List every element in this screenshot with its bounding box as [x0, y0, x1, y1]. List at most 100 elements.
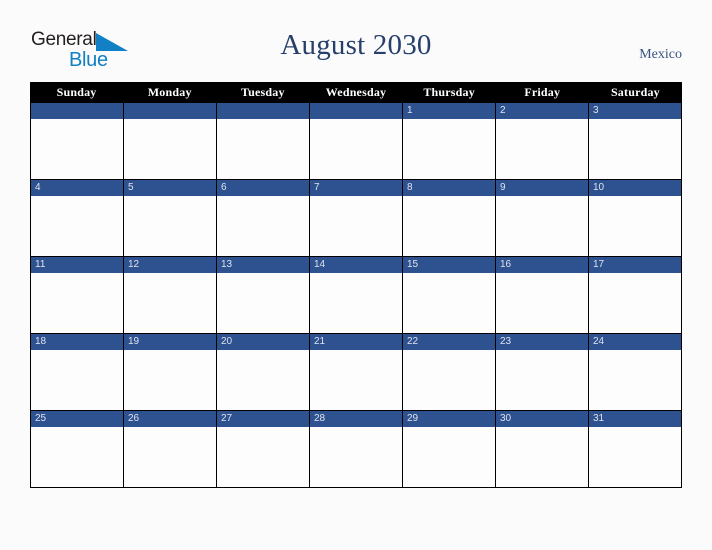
day-bar: 4: [31, 180, 123, 196]
day-cell[interactable]: 5: [124, 180, 217, 256]
day-cell[interactable]: 10: [589, 180, 681, 256]
day-cell[interactable]: 2: [496, 103, 589, 179]
day-cell[interactable]: 25: [31, 411, 124, 487]
day-number: 19: [128, 336, 140, 347]
day-bar: 9: [496, 180, 588, 196]
day-bar: 3: [589, 103, 681, 119]
day-body[interactable]: [496, 427, 588, 487]
day-cell[interactable]: 29: [403, 411, 496, 487]
day-bar: 1: [403, 103, 495, 119]
day-cell[interactable]: [217, 103, 310, 179]
day-bar: 27: [217, 411, 309, 427]
day-body[interactable]: [217, 350, 309, 410]
day-body[interactable]: [310, 273, 402, 333]
day-body[interactable]: [31, 273, 123, 333]
day-cell[interactable]: 6: [217, 180, 310, 256]
day-cell[interactable]: 11: [31, 257, 124, 333]
day-cell[interactable]: 14: [310, 257, 403, 333]
day-cell[interactable]: [310, 103, 403, 179]
day-bar: [124, 103, 216, 119]
day-body[interactable]: [496, 273, 588, 333]
day-cell[interactable]: 21: [310, 334, 403, 410]
day-body[interactable]: [31, 119, 123, 179]
weekday-header-saturday: Saturday: [610, 85, 660, 99]
day-cell[interactable]: 15: [403, 257, 496, 333]
week-row: 1 2 3: [30, 103, 682, 180]
day-bar: 11: [31, 257, 123, 273]
day-bar: 16: [496, 257, 588, 273]
day-body[interactable]: [310, 427, 402, 487]
day-cell[interactable]: 16: [496, 257, 589, 333]
day-cell[interactable]: 9: [496, 180, 589, 256]
day-cell[interactable]: 20: [217, 334, 310, 410]
day-cell[interactable]: [124, 103, 217, 179]
day-body[interactable]: [589, 273, 681, 333]
day-bar: 20: [217, 334, 309, 350]
day-cell[interactable]: 7: [310, 180, 403, 256]
day-bar: 22: [403, 334, 495, 350]
day-cell[interactable]: 23: [496, 334, 589, 410]
day-cell[interactable]: 26: [124, 411, 217, 487]
day-number: 11: [35, 259, 46, 270]
day-body[interactable]: [217, 427, 309, 487]
day-cell[interactable]: 24: [589, 334, 681, 410]
day-cell[interactable]: 17: [589, 257, 681, 333]
day-body[interactable]: [124, 427, 216, 487]
day-body[interactable]: [403, 119, 495, 179]
week-row: 25 26 27 28 29 30 31: [30, 411, 682, 488]
weekday-header-sunday: Sunday: [56, 85, 97, 99]
day-body[interactable]: [124, 273, 216, 333]
week-row: 18 19 20 21 22 23 24: [30, 334, 682, 411]
day-number: 20: [221, 336, 233, 347]
day-cell[interactable]: 28: [310, 411, 403, 487]
day-body[interactable]: [310, 350, 402, 410]
day-body[interactable]: [496, 350, 588, 410]
day-cell[interactable]: [31, 103, 124, 179]
day-body[interactable]: [589, 119, 681, 179]
day-number: 15: [407, 259, 419, 270]
day-body[interactable]: [217, 119, 309, 179]
day-body[interactable]: [403, 273, 495, 333]
day-body[interactable]: [31, 196, 123, 256]
day-body[interactable]: [403, 350, 495, 410]
calendar-grid: Sunday Monday Tuesday Wednesday Thursday…: [30, 82, 682, 488]
day-body[interactable]: [31, 427, 123, 487]
day-cell[interactable]: 1: [403, 103, 496, 179]
day-cell[interactable]: 4: [31, 180, 124, 256]
day-cell[interactable]: 27: [217, 411, 310, 487]
day-bar: 2: [496, 103, 588, 119]
day-number: 26: [128, 413, 140, 424]
day-body[interactable]: [124, 196, 216, 256]
day-body[interactable]: [496, 196, 588, 256]
day-cell[interactable]: 19: [124, 334, 217, 410]
day-body[interactable]: [589, 196, 681, 256]
day-number: 16: [500, 259, 512, 270]
day-bar: 26: [124, 411, 216, 427]
day-body[interactable]: [589, 427, 681, 487]
day-bar: 17: [589, 257, 681, 273]
day-cell[interactable]: 12: [124, 257, 217, 333]
day-cell[interactable]: 18: [31, 334, 124, 410]
day-cell[interactable]: 31: [589, 411, 681, 487]
day-cell[interactable]: 30: [496, 411, 589, 487]
day-bar: [31, 103, 123, 119]
day-body[interactable]: [217, 273, 309, 333]
day-body[interactable]: [589, 350, 681, 410]
day-body[interactable]: [31, 350, 123, 410]
day-number: 8: [407, 182, 413, 193]
day-body[interactable]: [310, 119, 402, 179]
day-body[interactable]: [217, 196, 309, 256]
day-body[interactable]: [403, 196, 495, 256]
day-cell[interactable]: 13: [217, 257, 310, 333]
day-body[interactable]: [496, 119, 588, 179]
day-bar: 28: [310, 411, 402, 427]
day-cell[interactable]: 8: [403, 180, 496, 256]
day-body[interactable]: [403, 427, 495, 487]
day-cell[interactable]: 22: [403, 334, 496, 410]
day-body[interactable]: [124, 350, 216, 410]
day-body[interactable]: [124, 119, 216, 179]
day-cell[interactable]: 3: [589, 103, 681, 179]
day-body[interactable]: [310, 196, 402, 256]
day-bar: 5: [124, 180, 216, 196]
weekday-header-row: Sunday Monday Tuesday Wednesday Thursday…: [30, 82, 682, 103]
